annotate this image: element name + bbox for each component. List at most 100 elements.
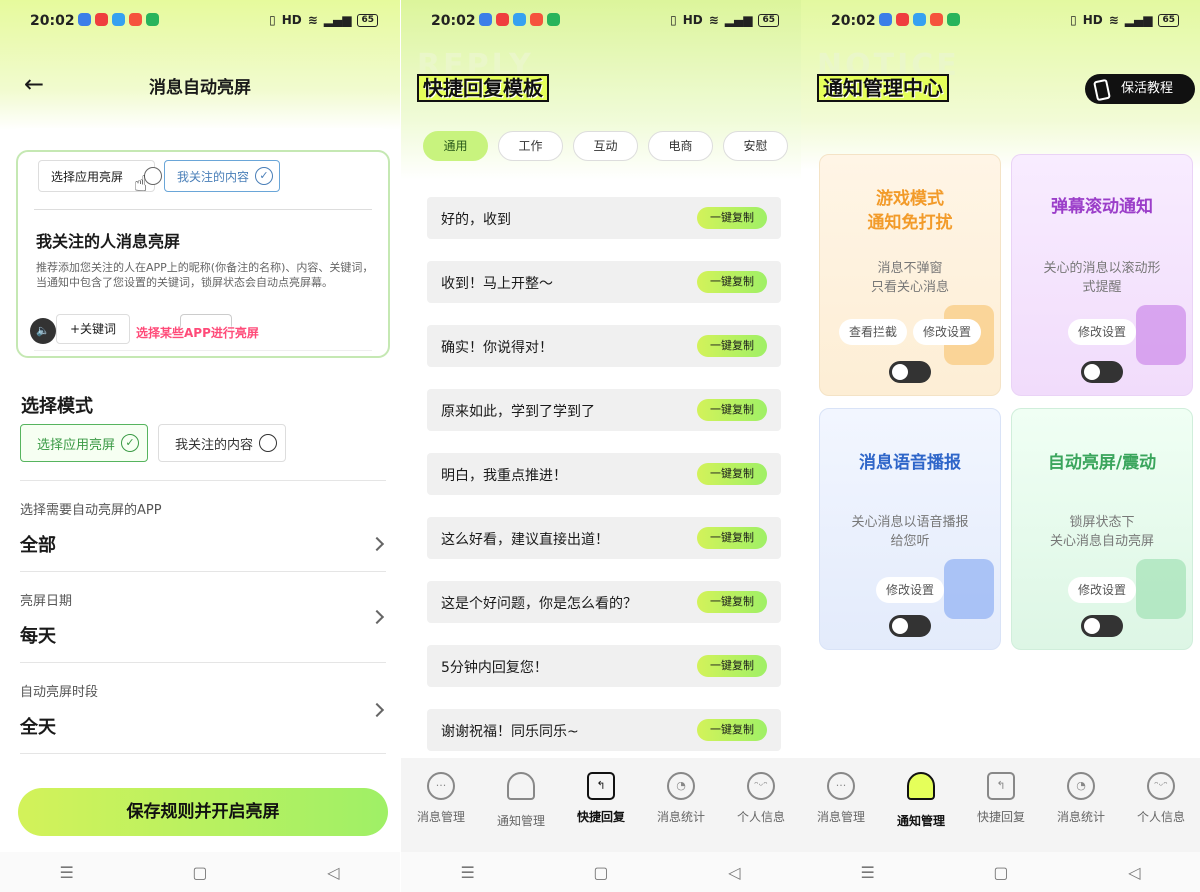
chevron-right-icon [369,609,385,625]
demo-option-app-label: 选择应用亮屏 [51,169,124,184]
tab-ecommerce[interactable]: 电商 [648,131,713,161]
page-title: 通知管理中心 [817,74,949,102]
nav-quick-reply[interactable]: ↰ 快捷回复 [563,758,639,852]
card-buttons: 修改设置 [1012,577,1192,603]
nav-label: 快捷回复 [576,810,625,824]
save-rules-button[interactable]: 保存规则并开启亮屏 [18,788,388,836]
nav-notify-manage[interactable]: 通知管理 [483,758,559,852]
tab-comfort[interactable]: 安慰 [723,131,788,161]
home-icon[interactable]: ▢ [581,863,621,882]
chat-icon: ··· [427,772,455,800]
reply-item: 这么好看，建议直接出道！ 一键复制 [427,517,781,559]
app-notify-icon [479,13,492,26]
reply-text: 好的，收到 [441,212,511,228]
app-notify-icon [930,13,943,26]
keepalive-guide-button[interactable]: 保活教程 [1085,74,1195,104]
app-notify-icon [947,13,960,26]
copy-button[interactable]: 一键复制 [697,527,767,549]
card-title: 自动亮屏/震动 [1047,453,1157,473]
nav-profile[interactable]: ᵔᵕᵔ 个人信息 [1123,758,1199,852]
reply-text: 确实！你说得对！ [441,340,553,356]
tab-general[interactable]: 通用 [423,131,488,161]
modify-settings-button[interactable]: 修改设置 [1067,319,1136,345]
nav-label: 消息管理 [816,810,865,824]
toggle-switch[interactable] [889,361,931,383]
nav-label: 通知管理 [896,814,945,828]
card-desc-line: 只看关心消息 [870,280,949,295]
vibrate-icon: ▯ [670,13,677,27]
nav-message-manage[interactable]: ··· 消息管理 [803,758,879,852]
battery-icon: 65 [357,13,378,27]
nav-label: 通知管理 [496,814,545,828]
status-bar: 20:02 ▯ HD ≋ ▂▄▆ 65 [401,0,801,42]
back-triangle-icon[interactable]: ◁ [313,863,353,882]
reply-item: 原来如此，学到了学到了 一键复制 [427,389,781,431]
row-wake-date[interactable]: 亮屏日期 每天 [20,571,386,663]
bottom-tab-bar: ··· 消息管理 通知管理 ↰ 快捷回复 ◔ 消息统计 ᵔᵕᵔ 个人信息 [401,758,801,852]
chat-icon: ··· [827,772,855,800]
back-triangle-icon[interactable]: ◁ [714,863,754,882]
reply-item: 好的，收到 一键复制 [427,197,781,239]
app-notify-icon [95,13,108,26]
nav-quick-reply[interactable]: ↰ 快捷回复 [963,758,1039,852]
nav-label: 消息统计 [656,810,705,824]
row-wake-period[interactable]: 自动亮屏时段 全天 [20,662,386,754]
phone-quick-reply: 20:02 ▯ HD ≋ ▂▄▆ 65 REPLY 快捷回复模板 通用 工作 互… [401,0,801,892]
smile-icon: ᵔᵕᵔ [747,772,775,800]
card-title-line: 通知免打扰 [867,213,953,233]
menu-icon[interactable]: ☰ [848,863,888,882]
bottom-tab-bar: ··· 消息管理 通知管理 ↰ 快捷回复 ◔ 消息统计 ᵔᵕᵔ 个人信息 [801,758,1200,852]
nav-label: 快捷回复 [976,810,1025,824]
quick-reply-icon: ↰ [987,772,1015,800]
demo-description: 推荐添加您关注的人在APP上的昵称(你备注的名称)、内容、关键词，当通知中包含了… [36,261,374,289]
nav-message-stats[interactable]: ◔ 消息统计 [1043,758,1119,852]
toggle-switch[interactable] [889,615,931,637]
menu-icon[interactable]: ☰ [47,863,87,882]
copy-button[interactable]: 一键复制 [697,463,767,485]
home-icon[interactable]: ▢ [981,863,1021,882]
copy-button[interactable]: 一键复制 [697,399,767,421]
nav-message-manage[interactable]: ··· 消息管理 [403,758,479,852]
card-desc-line: 锁屏状态下 [1069,515,1135,530]
tab-interact[interactable]: 互动 [573,131,638,161]
status-right: ▯ HD ≋ ▂▄▆ 65 [670,13,779,27]
divider [34,209,372,210]
row-label: 自动亮屏时段 [20,685,99,700]
hd-badge: HD [682,13,703,27]
copy-button[interactable]: 一键复制 [697,591,767,613]
hd-badge: HD [281,13,302,27]
card-buttons: 修改设置 [1012,319,1192,345]
reply-text: 明白，我重点推进！ [441,468,567,484]
phone-auto-wake: 20:02 ▯ HD ≋ ▂▄▆ 65 ← 消息自动亮屏 选择应用亮屏 ☝ 我关… [0,0,400,892]
row-select-app[interactable]: 选择需要自动亮屏的APP 全部 [20,480,386,572]
copy-button[interactable]: 一键复制 [697,719,767,741]
card-desc-line: 关心的消息以滚动形 [1043,261,1161,276]
menu-icon[interactable]: ☰ [448,863,488,882]
mode-option-follow[interactable]: 我关注的内容 [158,424,286,462]
nav-profile[interactable]: ᵔᵕᵔ 个人信息 [723,758,799,852]
app-notify-icon [513,13,526,26]
modify-settings-button[interactable]: 修改设置 [913,319,982,345]
copy-button[interactable]: 一键复制 [697,271,767,293]
signal-icon: ▂▄▆ [724,13,753,27]
bell-icon [907,772,935,800]
nav-message-stats[interactable]: ◔ 消息统计 [643,758,719,852]
modify-settings-button[interactable]: 修改设置 [1067,577,1136,603]
status-app-icons [78,13,159,26]
modify-settings-button[interactable]: 修改设置 [875,577,944,603]
nav-notify-manage[interactable]: 通知管理 [883,758,959,852]
toggle-switch[interactable] [1081,615,1123,637]
tab-work[interactable]: 工作 [498,131,563,161]
toggle-switch[interactable] [1081,361,1123,383]
copy-button[interactable]: 一键复制 [697,207,767,229]
back-triangle-icon[interactable]: ◁ [1114,863,1154,882]
view-blocked-button[interactable]: 查看拦截 [838,319,907,345]
copy-button[interactable]: 一键复制 [697,655,767,677]
mode-option-app[interactable]: 选择应用亮屏 ✓ [20,424,148,462]
copy-button[interactable]: 一键复制 [697,335,767,357]
card-voice-broadcast: 消息语音播报 关心消息以语音播报 给您听 修改设置 [819,408,1001,650]
demo-option-follow: 我关注的内容 ✓ [164,160,280,192]
status-app-icons [479,13,560,26]
home-icon[interactable]: ▢ [180,863,220,882]
hd-badge: HD [1082,13,1103,27]
